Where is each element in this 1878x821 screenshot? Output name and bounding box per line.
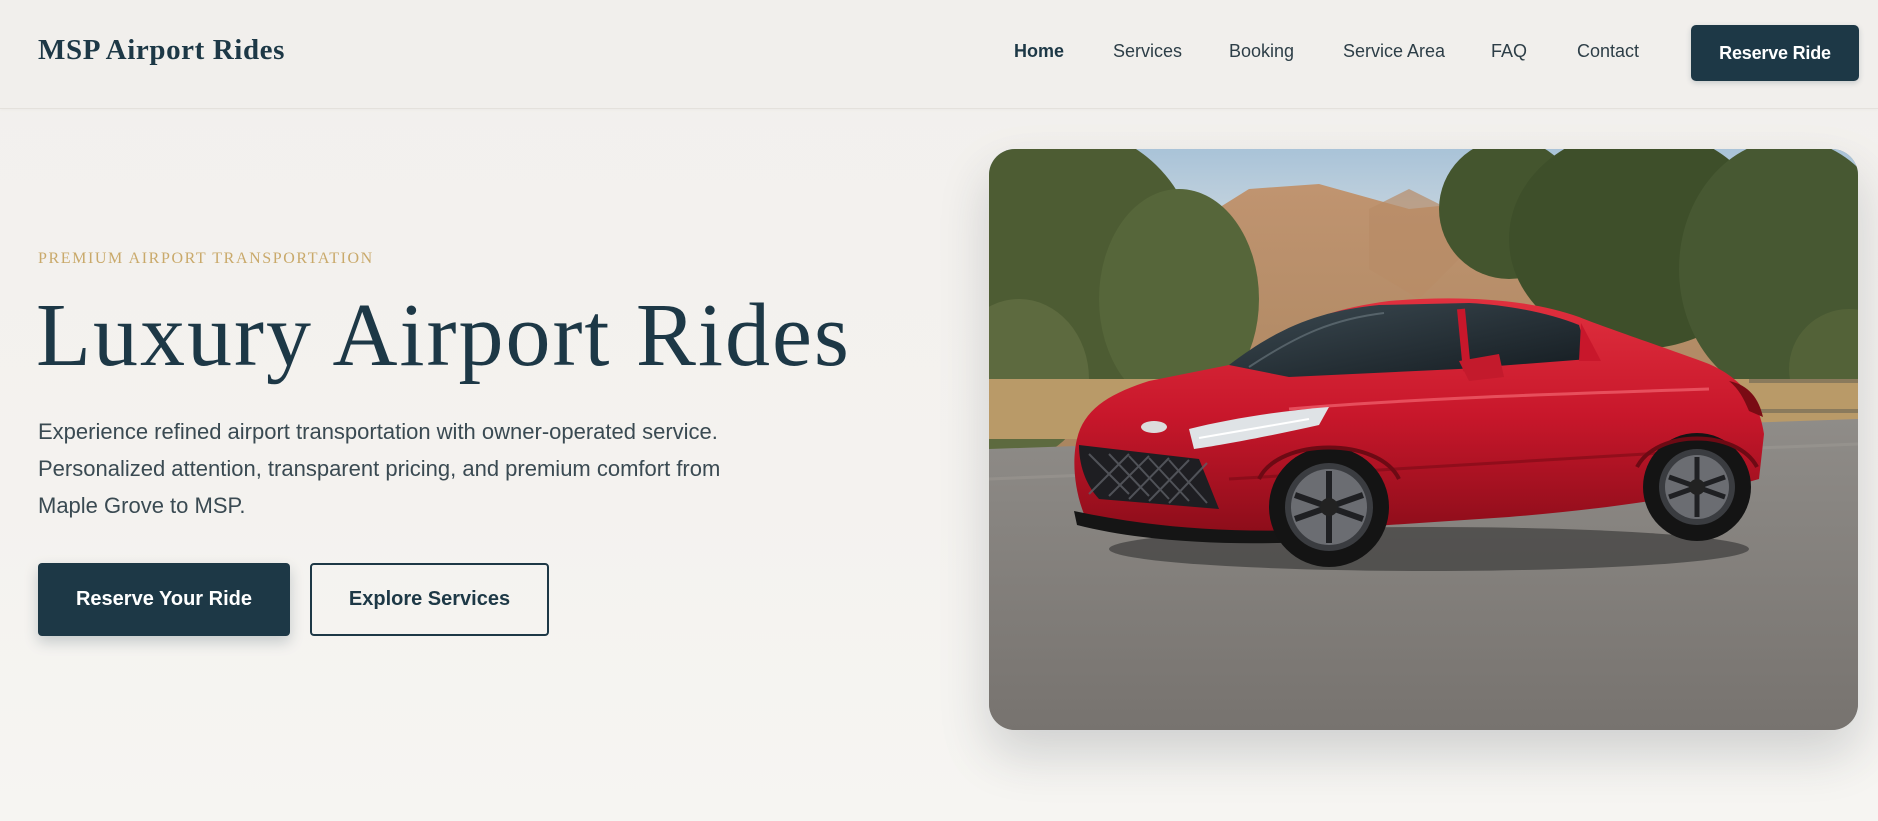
main-nav: Home Services Booking Service Area FAQ C… bbox=[0, 0, 1878, 109]
hero-eyebrow: PREMIUM AIRPORT TRANSPORTATION bbox=[38, 250, 374, 267]
explore-services-button[interactable]: Explore Services bbox=[310, 563, 549, 636]
reserve-ride-button[interactable]: Reserve Ride bbox=[1691, 25, 1859, 81]
nav-link-service-area[interactable]: Service Area bbox=[1343, 41, 1445, 62]
nav-link-services[interactable]: Services bbox=[1113, 41, 1182, 62]
site-header: MSP Airport Rides Home Services Booking … bbox=[0, 0, 1878, 109]
nav-link-faq[interactable]: FAQ bbox=[1491, 41, 1527, 62]
hero-car-image bbox=[989, 149, 1858, 730]
nav-link-home[interactable]: Home bbox=[1014, 41, 1064, 62]
hero-title: Luxury Airport Rides bbox=[36, 286, 851, 385]
hero-description: Experience refined airport transportatio… bbox=[38, 419, 721, 518]
nav-link-booking[interactable]: Booking bbox=[1229, 41, 1294, 62]
reserve-your-ride-button[interactable]: Reserve Your Ride bbox=[38, 563, 290, 636]
nav-link-contact[interactable]: Contact bbox=[1577, 41, 1639, 62]
